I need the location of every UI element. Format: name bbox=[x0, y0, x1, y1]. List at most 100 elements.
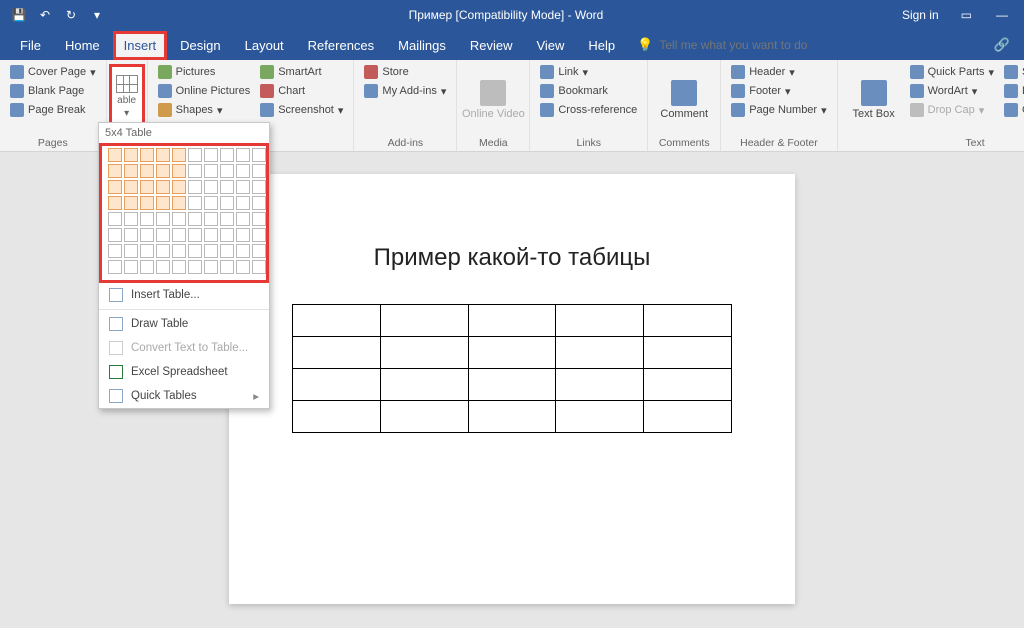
save-icon[interactable]: 💾 bbox=[8, 4, 30, 26]
grid-cell[interactable] bbox=[124, 244, 138, 258]
grid-cell[interactable] bbox=[124, 164, 138, 178]
smartart-button[interactable]: SmartArt bbox=[258, 64, 345, 80]
document-table[interactable] bbox=[292, 304, 732, 433]
grid-cell[interactable] bbox=[252, 228, 266, 242]
grid-cell[interactable] bbox=[188, 148, 202, 162]
text-box-button[interactable]: Text Box bbox=[846, 64, 902, 135]
table-cell[interactable] bbox=[644, 369, 732, 401]
table-cell[interactable] bbox=[468, 369, 556, 401]
grid-cell[interactable] bbox=[172, 148, 186, 162]
grid-cell[interactable] bbox=[204, 148, 218, 162]
grid-cell[interactable] bbox=[236, 148, 250, 162]
grid-cell[interactable] bbox=[108, 244, 122, 258]
table-cell[interactable] bbox=[556, 401, 644, 433]
grid-cell[interactable] bbox=[252, 212, 266, 226]
minimize-icon[interactable]: — bbox=[988, 8, 1016, 22]
grid-cell[interactable] bbox=[108, 164, 122, 178]
grid-cell[interactable] bbox=[220, 212, 234, 226]
grid-cell[interactable] bbox=[204, 212, 218, 226]
tab-home[interactable]: Home bbox=[55, 32, 110, 59]
link-button[interactable]: Link ▾ bbox=[538, 64, 639, 80]
grid-cell[interactable] bbox=[220, 196, 234, 210]
page-break-button[interactable]: Page Break bbox=[8, 102, 98, 118]
grid-cell[interactable] bbox=[172, 244, 186, 258]
ribbon-options-icon[interactable]: ▭ bbox=[955, 8, 978, 22]
grid-cell[interactable] bbox=[252, 164, 266, 178]
grid-cell[interactable] bbox=[140, 148, 154, 162]
grid-cell[interactable] bbox=[156, 244, 170, 258]
share-button[interactable]: 🔗 bbox=[980, 31, 1024, 59]
header-button[interactable]: Header ▾ bbox=[729, 64, 828, 80]
grid-cell[interactable] bbox=[140, 260, 154, 274]
table-cell[interactable] bbox=[380, 337, 468, 369]
table-cell[interactable] bbox=[293, 369, 381, 401]
grid-cell[interactable] bbox=[188, 180, 202, 194]
grid-cell[interactable] bbox=[140, 196, 154, 210]
grid-cell[interactable] bbox=[188, 212, 202, 226]
document-heading[interactable]: Пример какой-то табицы bbox=[273, 244, 751, 272]
undo-icon[interactable]: ↶ bbox=[34, 4, 56, 26]
table-cell[interactable] bbox=[468, 401, 556, 433]
tell-me-input[interactable] bbox=[659, 38, 839, 52]
table-cell[interactable] bbox=[293, 401, 381, 433]
my-addins-button[interactable]: My Add-ins ▾ bbox=[362, 83, 448, 99]
grid-cell[interactable] bbox=[156, 196, 170, 210]
comment-button[interactable]: Comment bbox=[656, 64, 712, 135]
tab-mailings[interactable]: Mailings bbox=[388, 32, 456, 59]
grid-cell[interactable] bbox=[172, 164, 186, 178]
grid-cell[interactable] bbox=[172, 228, 186, 242]
table-cell[interactable] bbox=[556, 305, 644, 337]
grid-cell[interactable] bbox=[156, 212, 170, 226]
grid-cell[interactable] bbox=[220, 180, 234, 194]
grid-cell[interactable] bbox=[156, 180, 170, 194]
wordart-button[interactable]: WordArt ▾ bbox=[908, 83, 996, 99]
blank-page-button[interactable]: Blank Page bbox=[8, 83, 98, 99]
table-cell[interactable] bbox=[468, 337, 556, 369]
grid-cell[interactable] bbox=[140, 228, 154, 242]
redo-icon[interactable]: ↻ bbox=[60, 4, 82, 26]
grid-cell[interactable] bbox=[252, 180, 266, 194]
chart-button[interactable]: Chart bbox=[258, 83, 345, 99]
grid-cell[interactable] bbox=[124, 228, 138, 242]
object-button[interactable]: Object ▾ bbox=[1002, 102, 1024, 118]
table-cell[interactable] bbox=[644, 305, 732, 337]
grid-cell[interactable] bbox=[188, 244, 202, 258]
quick-parts-button[interactable]: Quick Parts ▾ bbox=[908, 64, 996, 80]
table-cell[interactable] bbox=[556, 369, 644, 401]
cover-page-button[interactable]: Cover Page ▾ bbox=[8, 64, 98, 80]
tab-references[interactable]: References bbox=[298, 32, 384, 59]
quick-tables-menu[interactable]: Quick Tables▸ bbox=[99, 384, 269, 408]
grid-cell[interactable] bbox=[204, 196, 218, 210]
footer-button[interactable]: Footer ▾ bbox=[729, 83, 828, 99]
bookmark-button[interactable]: Bookmark bbox=[538, 83, 639, 99]
pictures-button[interactable]: Pictures bbox=[156, 64, 253, 80]
excel-spreadsheet-menu[interactable]: Excel Spreadsheet bbox=[99, 360, 269, 384]
table-cell[interactable] bbox=[644, 401, 732, 433]
grid-cell[interactable] bbox=[140, 164, 154, 178]
table-cell[interactable] bbox=[556, 337, 644, 369]
tab-help[interactable]: Help bbox=[578, 32, 625, 59]
grid-cell[interactable] bbox=[188, 164, 202, 178]
grid-cell[interactable] bbox=[204, 180, 218, 194]
grid-cell[interactable] bbox=[220, 148, 234, 162]
grid-cell[interactable] bbox=[124, 212, 138, 226]
grid-cell[interactable] bbox=[172, 212, 186, 226]
signin-link[interactable]: Sign in bbox=[896, 8, 945, 22]
grid-cell[interactable] bbox=[172, 196, 186, 210]
grid-cell[interactable] bbox=[252, 260, 266, 274]
grid-cell[interactable] bbox=[252, 196, 266, 210]
grid-cell[interactable] bbox=[156, 228, 170, 242]
grid-cell[interactable] bbox=[236, 164, 250, 178]
tab-view[interactable]: View bbox=[526, 32, 574, 59]
grid-cell[interactable] bbox=[220, 164, 234, 178]
grid-cell[interactable] bbox=[124, 180, 138, 194]
grid-cell[interactable] bbox=[204, 164, 218, 178]
grid-cell[interactable] bbox=[140, 244, 154, 258]
table-cell[interactable] bbox=[380, 305, 468, 337]
draw-table-menu[interactable]: Draw Table bbox=[99, 312, 269, 336]
grid-cell[interactable] bbox=[156, 260, 170, 274]
signature-line-button[interactable]: Signature Line ▾ bbox=[1002, 64, 1024, 80]
qat-customize-icon[interactable]: ▾ bbox=[86, 4, 108, 26]
grid-cell[interactable] bbox=[108, 148, 122, 162]
grid-cell[interactable] bbox=[140, 180, 154, 194]
